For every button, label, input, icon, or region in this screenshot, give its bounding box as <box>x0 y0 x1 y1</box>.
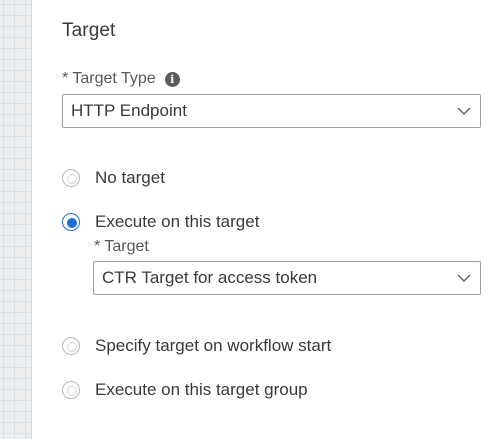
option-execute-on-target-label: Execute on this target <box>95 212 260 231</box>
radio-execute-on-group[interactable] <box>62 381 80 399</box>
target-type-label: * Target Type i <box>62 70 180 88</box>
option-no-target[interactable]: No target <box>62 168 165 188</box>
option-execute-on-group[interactable]: Execute on this target group <box>62 380 308 400</box>
chevron-down-icon <box>457 274 471 282</box>
target-type-select[interactable]: HTTP Endpoint <box>62 94 481 128</box>
target-value: CTR Target for access token <box>102 268 318 287</box>
radio-execute-on-target[interactable] <box>62 213 80 231</box>
target-select[interactable]: CTR Target for access token <box>93 261 481 295</box>
section-title: Target <box>62 20 116 41</box>
chevron-down-icon <box>457 107 471 115</box>
option-specify-on-start[interactable]: Specify target on workflow start <box>62 336 331 356</box>
target-label: * Target <box>94 238 149 256</box>
radio-specify-on-start[interactable] <box>62 337 80 355</box>
workflow-canvas-edge <box>0 0 32 439</box>
target-type-label-text: * Target Type <box>62 70 156 87</box>
option-specify-on-start-label: Specify target on workflow start <box>95 336 332 355</box>
radio-no-target[interactable] <box>62 169 80 187</box>
option-execute-on-group-label: Execute on this target group <box>95 380 308 399</box>
target-type-value: HTTP Endpoint <box>71 101 187 120</box>
target-label-text: * Target <box>94 238 149 255</box>
option-execute-on-target[interactable]: Execute on this target <box>62 212 259 232</box>
target-properties-panel: Target * Target Type i HTTP Endpoint No … <box>33 0 503 439</box>
info-icon[interactable]: i <box>164 71 180 87</box>
option-no-target-label: No target <box>95 168 165 187</box>
